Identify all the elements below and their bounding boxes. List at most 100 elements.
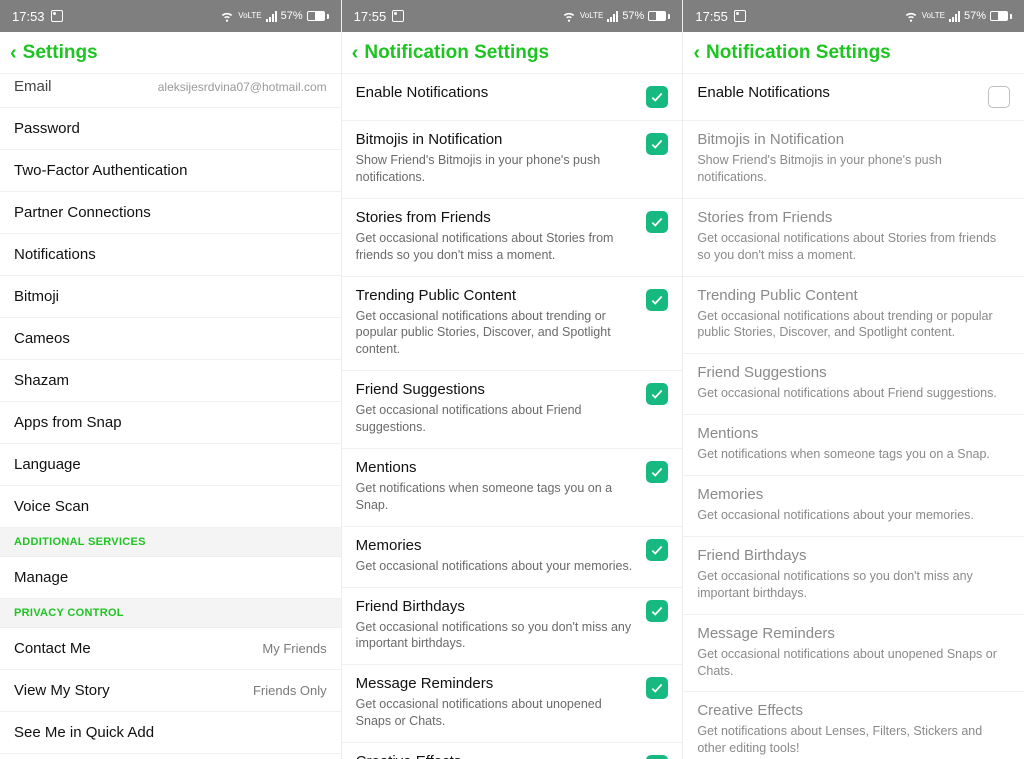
settings-item-label: Notifications: [14, 246, 96, 263]
signal-icon: [949, 11, 960, 22]
notification-item[interactable]: Stories from FriendsGet occasional notif…: [342, 199, 683, 277]
page-header: ‹ Settings: [0, 32, 341, 74]
phone-notifications-enabled: 17:55 VoLTE 57% ‹ Notification Settings …: [342, 0, 684, 759]
battery-icon: [648, 11, 670, 21]
settings-item[interactable]: Apps from Snap: [0, 402, 341, 444]
notification-item[interactable]: Friend BirthdaysGet occasional notificat…: [342, 588, 683, 666]
settings-item[interactable]: View My Story Friends Only: [0, 670, 341, 712]
notification-item: Message RemindersGet occasional notifica…: [683, 615, 1024, 693]
checkbox-checked-icon[interactable]: [646, 289, 668, 311]
notification-title: Enable Notifications: [697, 84, 978, 101]
page-header: ‹ Notification Settings: [342, 32, 683, 74]
enable-notifications-item[interactable]: Enable Notifications: [683, 74, 1024, 121]
settings-item[interactable]: Two-Factor Authentication: [0, 150, 341, 192]
notification-description: Get occasional notifications about your …: [356, 558, 637, 575]
back-icon[interactable]: ‹: [352, 43, 359, 63]
status-time: 17:53: [12, 9, 45, 24]
back-icon[interactable]: ‹: [693, 43, 700, 63]
notification-list[interactable]: Enable NotificationsBitmojis in Notifica…: [342, 74, 683, 759]
notification-description: Get occasional notifications about Frien…: [697, 385, 1010, 402]
notification-description: Get notifications about Lenses, Filters,…: [697, 723, 1010, 757]
checkbox-checked-icon[interactable]: [646, 211, 668, 233]
settings-item-label: Partner Connections: [14, 204, 151, 221]
settings-item[interactable]: Password: [0, 108, 341, 150]
checkbox-checked-icon[interactable]: [646, 86, 668, 108]
notification-description: Get occasional notifications about trend…: [356, 308, 637, 359]
notification-title: Bitmojis in Notification: [697, 131, 1010, 148]
settings-item-label: Password: [14, 120, 80, 137]
notification-item[interactable]: Bitmojis in NotificationShow Friend's Bi…: [342, 121, 683, 199]
notification-item[interactable]: Creative EffectsGet notifications about …: [342, 743, 683, 759]
notification-item[interactable]: MentionsGet notifications when someone t…: [342, 449, 683, 527]
volte-icon: VoLTE: [580, 12, 603, 20]
notification-description: Show Friend's Bitmojis in your phone's p…: [697, 152, 1010, 186]
enable-notifications-item[interactable]: Enable Notifications: [342, 74, 683, 121]
checkbox-checked-icon[interactable]: [646, 461, 668, 483]
picture-icon: [51, 10, 63, 22]
notification-title: Memories: [697, 486, 1010, 503]
notification-item[interactable]: Memories Get occasional notifications abo…: [342, 527, 683, 588]
battery-percent: 57%: [281, 10, 303, 22]
notification-description: Get occasional notifications about your …: [697, 507, 1010, 524]
settings-item[interactable]: Contact MeMy Friends: [0, 628, 341, 670]
settings-item-label: See Me in Quick Add: [14, 724, 154, 741]
settings-item[interactable]: Voice Scan: [0, 486, 341, 528]
checkbox-checked-icon[interactable]: [646, 539, 668, 561]
settings-item-email[interactable]: Email aleksijesrdvina07@hotmail.com: [0, 74, 341, 108]
settings-item[interactable]: Shazam: [0, 360, 341, 402]
settings-item[interactable]: Cameos: [0, 318, 341, 360]
notification-title: Bitmojis in Notification: [356, 131, 637, 148]
settings-item-label: Language: [14, 456, 81, 473]
notification-item: Memories Get occasional notifications abo…: [683, 476, 1024, 537]
notification-item: Trending Public ContentGet occasional no…: [683, 277, 1024, 355]
settings-item[interactable]: Notifications: [0, 234, 341, 276]
notification-description: Get notifications when someone tags you …: [697, 446, 1010, 463]
notification-description: Get notifications when someone tags you …: [356, 480, 637, 514]
notification-title: Friend Birthdays: [697, 547, 1010, 564]
settings-item[interactable]: See Me in Quick Add: [0, 712, 341, 754]
wifi-icon: [904, 9, 918, 23]
notification-item[interactable]: Message RemindersGet occasional notifica…: [342, 665, 683, 743]
settings-item-label: View My Story: [14, 682, 110, 699]
settings-item-label: Apps from Snap: [14, 414, 122, 431]
status-time: 17:55: [354, 9, 387, 24]
checkbox-unchecked-icon[interactable]: [988, 86, 1010, 108]
section-header: PRIVACY CONTROL: [0, 599, 341, 628]
volte-icon: VoLTE: [922, 12, 945, 20]
notification-title: Message Reminders: [697, 625, 1010, 642]
status-time: 17:55: [695, 9, 728, 24]
page-title: Notification Settings: [706, 42, 891, 64]
signal-icon: [266, 11, 277, 22]
back-icon[interactable]: ‹: [10, 43, 17, 63]
checkbox-checked-icon[interactable]: [646, 755, 668, 759]
notification-title: Creative Effects: [697, 702, 1010, 719]
checkbox-checked-icon[interactable]: [646, 600, 668, 622]
battery-percent: 57%: [622, 10, 644, 22]
page-header: ‹ Notification Settings: [683, 32, 1024, 74]
status-bar: 17:55 VoLTE 57%: [683, 0, 1024, 32]
settings-list[interactable]: Email aleksijesrdvina07@hotmail.com Pass…: [0, 74, 341, 759]
checkbox-checked-icon[interactable]: [646, 133, 668, 155]
settings-item[interactable]: See My Location: [0, 754, 341, 759]
notification-item[interactable]: Trending Public ContentGet occasional no…: [342, 277, 683, 372]
settings-item[interactable]: Language: [0, 444, 341, 486]
notification-list[interactable]: Enable Notifications Bitmojis in Notifica…: [683, 74, 1024, 759]
notification-title: Stories from Friends: [356, 209, 637, 226]
checkbox-checked-icon[interactable]: [646, 383, 668, 405]
picture-icon: [392, 10, 404, 22]
settings-item[interactable]: Bitmoji: [0, 276, 341, 318]
status-bar: 17:55 VoLTE 57%: [342, 0, 683, 32]
settings-item[interactable]: Manage: [0, 557, 341, 599]
settings-item[interactable]: Partner Connections: [0, 192, 341, 234]
wifi-icon: [220, 9, 234, 23]
notification-item[interactable]: Friend SuggestionsGet occasional notific…: [342, 371, 683, 449]
notification-description: Get occasional notifications about Frien…: [356, 402, 637, 436]
settings-item-label: Shazam: [14, 372, 69, 389]
notification-title: Memories: [356, 537, 637, 554]
notification-title: Friend Suggestions: [697, 364, 1010, 381]
notification-item: Bitmojis in Notification Show Friend's Bi…: [683, 121, 1024, 199]
checkbox-checked-icon[interactable]: [646, 677, 668, 699]
settings-item-value: Friends Only: [253, 683, 327, 698]
status-bar: 17:53 VoLTE 57%: [0, 0, 341, 32]
battery-percent: 57%: [964, 10, 986, 22]
